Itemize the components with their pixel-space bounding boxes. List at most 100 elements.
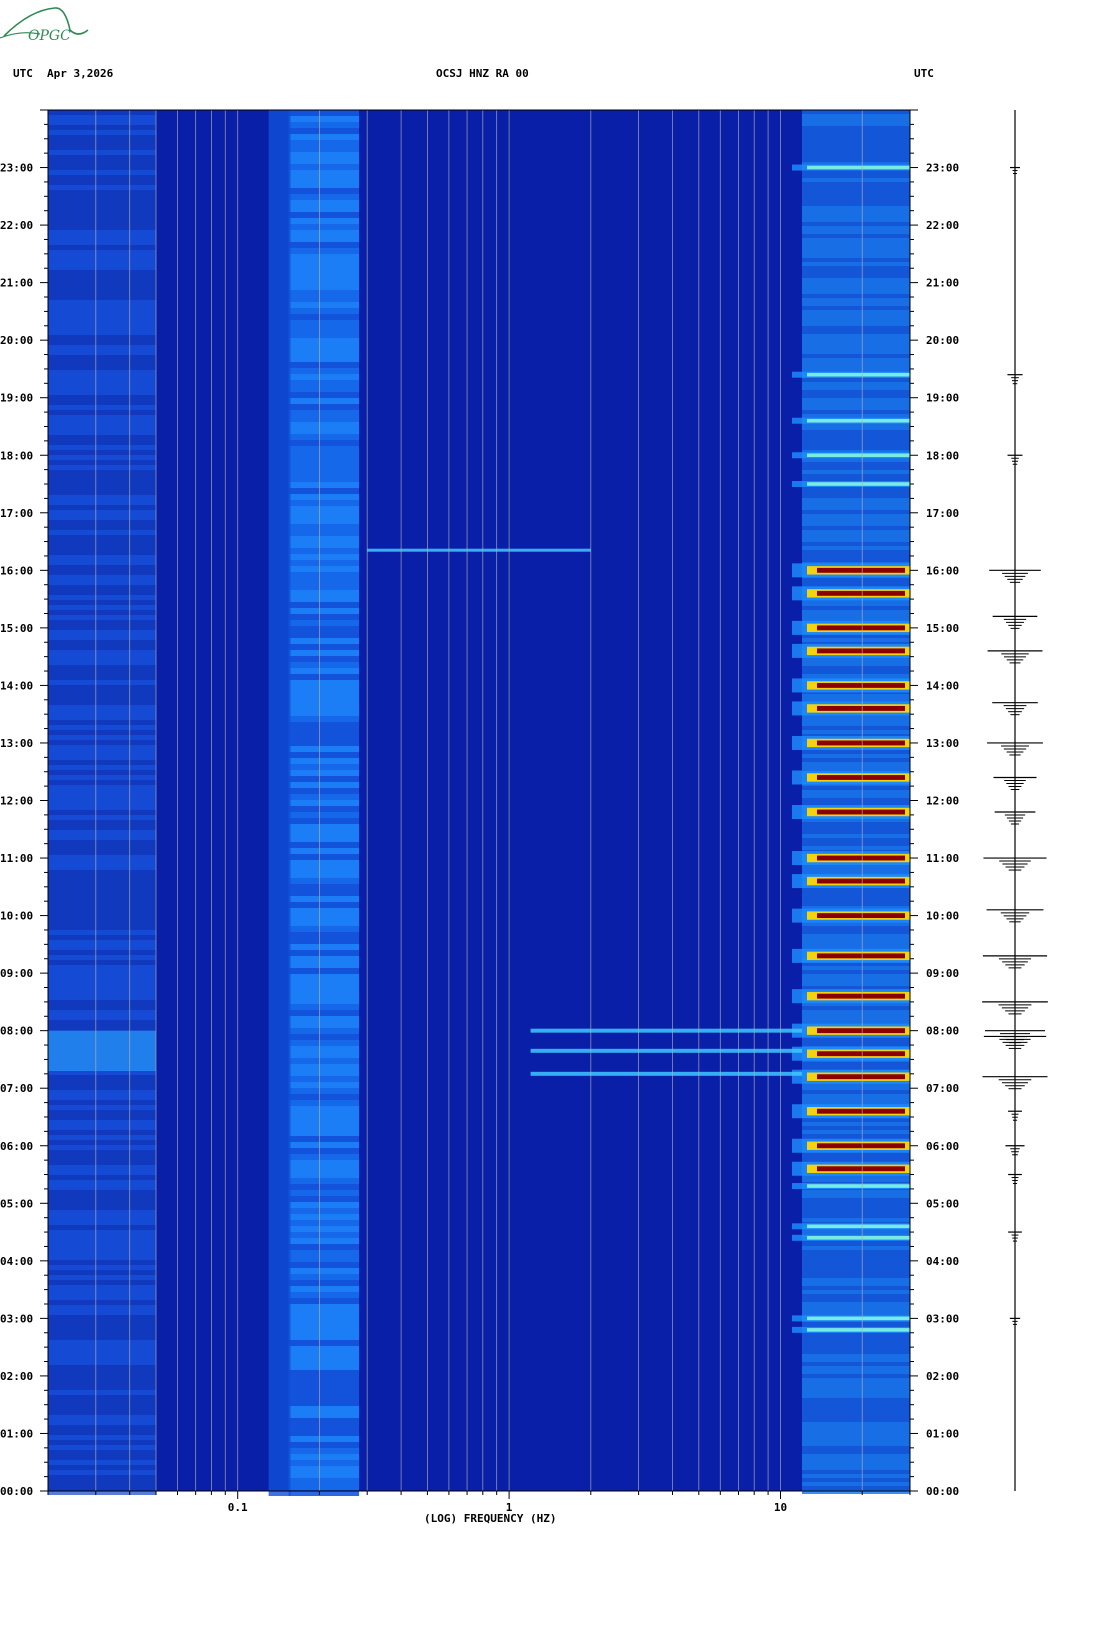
low-freq-texture	[48, 495, 157, 500]
high-freq-band-cell	[801, 1390, 910, 1394]
noise-band-cell	[288, 500, 360, 506]
low-freq-texture	[48, 395, 157, 400]
high-freq-band-cell	[801, 426, 910, 430]
noise-band-cell	[288, 836, 360, 842]
low-freq-texture	[48, 785, 157, 790]
low-freq-texture	[48, 410, 157, 415]
high-freq-band-cell	[801, 1462, 910, 1466]
high-freq-band-cell	[801, 462, 910, 466]
low-freq-texture	[48, 1445, 157, 1450]
low-freq-texture	[48, 205, 157, 210]
noise-band-cell	[288, 266, 360, 272]
low-freq-texture	[48, 130, 157, 135]
high-freq-band-cell	[801, 546, 910, 550]
low-freq-texture	[48, 210, 157, 215]
low-freq-texture	[48, 455, 157, 460]
y-tick-label-left: 12:00	[0, 795, 33, 808]
high-freq-band-cell	[801, 666, 910, 670]
high-freq-band-cell	[801, 1274, 910, 1278]
noise-band-cell	[288, 1010, 360, 1016]
low-freq-texture	[48, 1210, 157, 1215]
high-freq-band-cell	[801, 554, 910, 558]
noise-band-cell	[288, 530, 360, 536]
noise-band-edge	[268, 1364, 291, 1370]
noise-band-cell	[288, 560, 360, 566]
noise-band-edge	[268, 1394, 291, 1400]
low-freq-texture	[48, 1170, 157, 1175]
noise-band-edge	[268, 416, 291, 422]
high-freq-band-cell	[801, 726, 910, 730]
noise-band-cell	[288, 158, 360, 164]
noise-band-edge	[268, 1406, 291, 1412]
low-freq-texture	[48, 590, 157, 595]
low-freq-texture	[48, 860, 157, 865]
y-tick-label-left: 15:00	[0, 622, 33, 635]
low-freq-texture	[48, 480, 157, 485]
low-freq-texture	[48, 110, 157, 115]
low-freq-texture	[48, 565, 157, 570]
noise-band-edge	[268, 1130, 291, 1136]
low-freq-texture	[48, 115, 157, 120]
y-tick-label-right: 20:00	[926, 334, 959, 347]
high-freq-band-cell	[801, 1018, 910, 1022]
noise-band-cell	[288, 1424, 360, 1430]
low-freq-texture	[48, 400, 157, 405]
noise-band-edge	[268, 908, 291, 914]
noise-band-cell	[288, 770, 360, 776]
low-freq-texture	[48, 750, 157, 755]
low-freq-texture	[48, 170, 157, 175]
low-freq-texture	[48, 855, 157, 860]
high-freq-band-cell	[801, 894, 910, 898]
low-freq-texture	[48, 1150, 157, 1155]
high-freq-band-cell	[801, 842, 910, 846]
high-freq-band-cell	[801, 250, 910, 254]
noise-band-edge	[268, 824, 291, 830]
y-tick-label-left: 17:00	[0, 507, 33, 520]
high-freq-band-cell	[801, 414, 910, 418]
noise-band-cell	[288, 854, 360, 860]
noise-band-cell	[288, 938, 360, 944]
high-freq-band-cell	[801, 298, 910, 302]
noise-band-cell	[288, 1352, 360, 1358]
noise-band-edge	[268, 950, 291, 956]
low-freq-texture	[48, 195, 157, 200]
noise-band-cell	[288, 596, 360, 602]
noise-band-cell	[288, 1148, 360, 1154]
low-freq-texture	[48, 255, 157, 260]
noise-band-cell	[288, 344, 360, 350]
y-tick-label-right: 08:00	[926, 1025, 959, 1038]
noise-band-cell	[288, 1238, 360, 1244]
noise-band-edge	[268, 830, 291, 836]
high-freq-band-cell	[801, 1154, 910, 1158]
noise-band-edge	[268, 524, 291, 530]
y-tick-label-right: 02:00	[926, 1370, 959, 1383]
noise-band-edge	[268, 1316, 291, 1322]
noise-band-edge	[268, 218, 291, 224]
noise-band-edge	[268, 854, 291, 860]
low-freq-texture	[48, 630, 157, 635]
noise-band-edge	[268, 470, 291, 476]
low-freq-texture	[48, 1160, 157, 1165]
high-freq-band-cell	[801, 530, 910, 534]
high-freq-band-cell	[801, 310, 910, 314]
low-freq-texture	[48, 1225, 157, 1230]
y-tick-label-right: 14:00	[926, 679, 959, 692]
noise-band-edge	[268, 500, 291, 506]
low-freq-texture	[48, 880, 157, 885]
high-freq-band-cell	[801, 174, 910, 178]
noise-band-cell	[288, 1244, 360, 1250]
low-freq-texture	[48, 670, 157, 675]
noise-band-cell	[288, 626, 360, 632]
low-freq-texture	[48, 405, 157, 410]
low-freq-texture	[48, 1275, 157, 1280]
low-freq-texture	[48, 1085, 157, 1090]
high-freq-band-cell	[801, 1366, 910, 1370]
event-peak	[816, 809, 905, 815]
noise-band-edge	[268, 1424, 291, 1430]
high-freq-band-cell	[801, 1198, 910, 1202]
low-freq-texture	[48, 960, 157, 965]
noise-band-edge	[268, 998, 291, 1004]
noise-band-edge	[268, 1460, 291, 1466]
high-freq-band-cell	[801, 158, 910, 162]
low-freq-texture	[48, 705, 157, 710]
